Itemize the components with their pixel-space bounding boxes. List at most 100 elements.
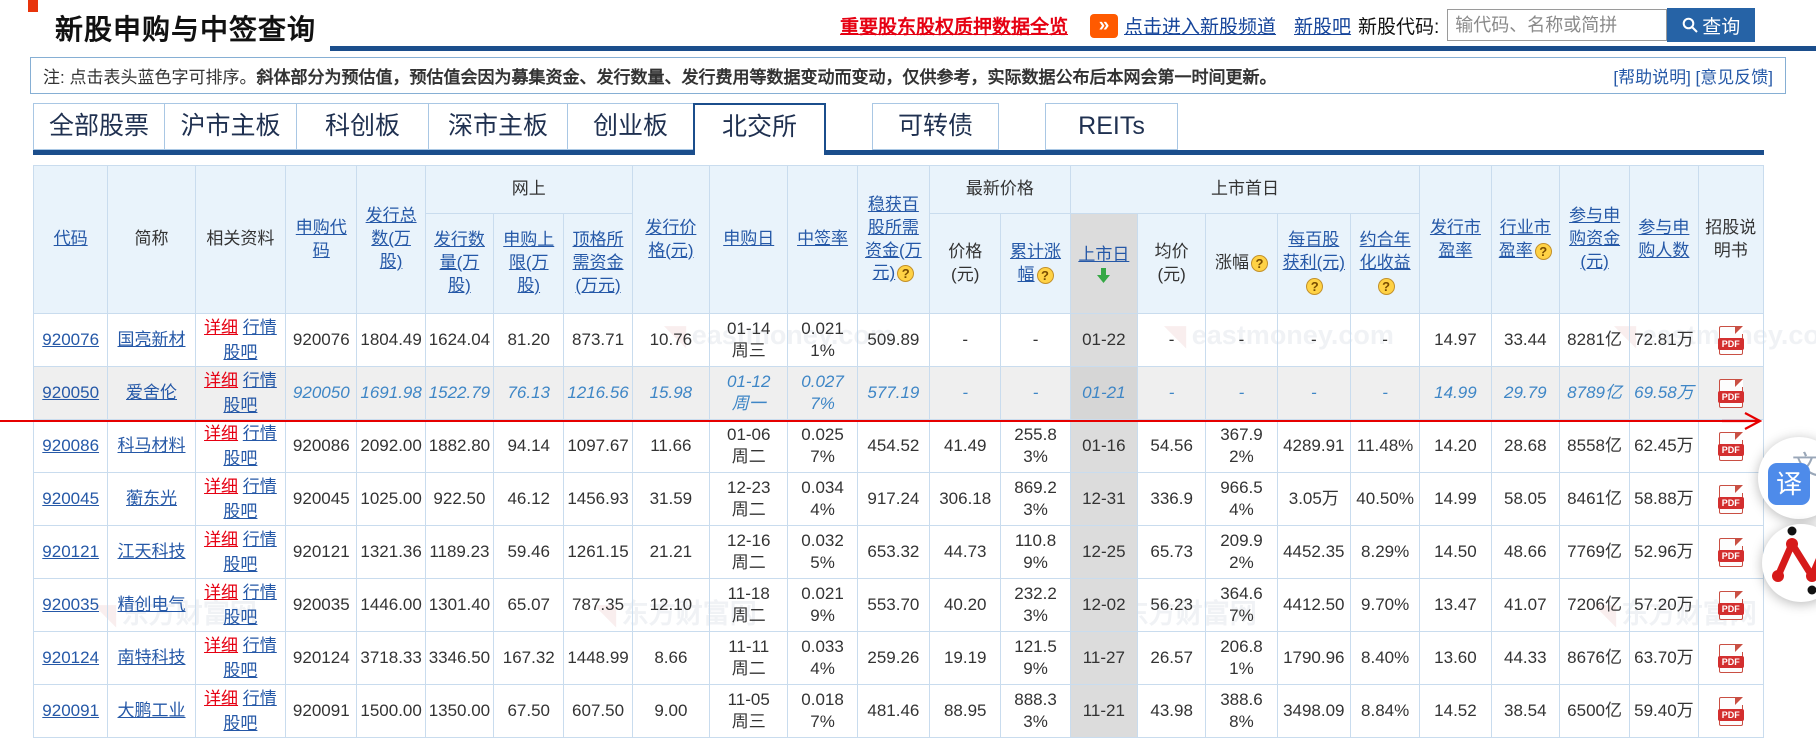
detail-link[interactable]: 详细 [204,477,238,496]
col-header-fund_100[interactable]: 稳获百股所需资金(万元)? [856,165,931,314]
search-input[interactable] [1447,9,1668,41]
pdf-icon[interactable]: PDF [1717,590,1744,620]
cell-code[interactable]: 920086 [32,419,109,473]
feedback-link[interactable]: [意见反馈] [1696,68,1773,87]
code-link[interactable]: 920035 [42,595,99,614]
cell-prospectus[interactable]: PDF [1697,631,1765,685]
name-link[interactable]: 爱舍伦 [126,383,177,402]
question-icon[interactable]: ? [1306,277,1324,295]
pdf-icon[interactable]: PDF [1717,696,1744,726]
cell-prospectus[interactable]: PDF [1697,472,1765,526]
guba-link[interactable]: 股吧 [223,343,257,362]
col-header-issue_pe[interactable]: 发行市盈率 [1419,165,1492,314]
guba-link[interactable]: 股吧 [223,396,257,415]
tab-all[interactable]: 全部股票 [33,103,165,150]
tab-convertible[interactable]: 可转债 [872,103,999,150]
col-header-profit_100[interactable]: 每百股获利(元)? [1276,213,1351,314]
detail-link[interactable]: 详细 [204,583,238,602]
cell-prospectus[interactable]: PDF [1697,684,1765,738]
question-icon[interactable]: ? [1534,242,1552,260]
col-header-sub_code[interactable]: 申购代码 [285,165,358,314]
col-header-total_issue[interactable]: 发行总数(万股) [356,165,426,314]
cell-related[interactable]: 详细 行情 股吧 [194,419,287,473]
quote-link[interactable]: 行情 [243,530,277,549]
question-icon[interactable]: ? [897,265,915,283]
cell-prospectus[interactable]: PDF [1697,313,1765,367]
col-header-sub_limit[interactable]: 申购上限(万股) [493,213,565,314]
name-link[interactable]: 南特科技 [118,648,186,667]
pdf-icon[interactable]: PDF [1717,378,1744,408]
cell-name[interactable]: 精创电气 [107,578,196,632]
cell-related[interactable]: 详细 行情 股吧 [194,313,287,367]
quote-link[interactable]: 行情 [243,583,277,602]
pledge-data-link[interactable]: 重要股东股权质押数据全览 [840,12,1068,39]
detail-link[interactable]: 详细 [204,318,238,337]
code-link[interactable]: 920091 [42,701,99,720]
tab-bse[interactable]: 北交所 [693,103,826,155]
name-link[interactable]: 江天科技 [118,542,186,561]
cell-name[interactable]: 国亮新材 [107,313,196,367]
cell-name[interactable]: 南特科技 [107,631,196,685]
guba-link[interactable]: 股吧 [223,608,257,627]
cell-related[interactable]: 详细 行情 股吧 [194,472,287,526]
detail-link[interactable]: 详细 [204,424,238,443]
cell-code[interactable]: 920045 [32,472,109,526]
graph-extension-widget[interactable] [1762,524,1816,602]
cell-name[interactable]: 江天科技 [107,525,196,579]
code-link[interactable]: 920076 [42,330,99,349]
cell-related[interactable]: 详细 行情 股吧 [194,684,287,738]
pdf-icon[interactable]: PDF [1717,431,1744,461]
col-header-industry_pe[interactable]: 行业市盈率? [1490,165,1560,314]
name-link[interactable]: 国亮新材 [118,330,186,349]
cell-name[interactable]: 科马材料 [107,419,196,473]
cell-related[interactable]: 详细 行情 股吧 [194,366,287,420]
name-link[interactable]: 蘅东光 [126,489,177,508]
col-header-lottery_rate[interactable]: 中签率 [787,165,858,314]
guba-link[interactable]: 股吧 [223,714,257,733]
col-header-online_issue[interactable]: 发行数量(万股) [424,213,495,314]
col-header-issue_price[interactable]: 发行价格(元) [631,165,711,314]
cell-prospectus[interactable]: PDF [1697,525,1765,579]
cell-code[interactable]: 920124 [32,631,109,685]
new-stock-channel-link[interactable]: 点击进入新股频道 [1124,12,1276,39]
col-header-sub_people[interactable]: 参与申购人数 [1629,165,1699,314]
quote-link[interactable]: 行情 [243,689,277,708]
cell-code[interactable]: 920035 [32,578,109,632]
quote-link[interactable]: 行情 [243,371,277,390]
cell-related[interactable]: 详细 行情 股吧 [194,631,287,685]
help-link[interactable]: [帮助说明] [1613,68,1690,87]
name-link[interactable]: 精创电气 [118,595,186,614]
cell-code[interactable]: 920121 [32,525,109,579]
name-link[interactable]: 大鹏工业 [118,701,186,720]
guba-link[interactable]: 股吧 [223,661,257,680]
tab-star[interactable]: 科创板 [296,103,429,150]
cell-related[interactable]: 详细 行情 股吧 [194,525,287,579]
cell-name[interactable]: 蘅东光 [107,472,196,526]
cell-code[interactable]: 920076 [32,313,109,367]
question-icon[interactable]: ? [1036,266,1054,284]
cell-prospectus[interactable]: PDF [1697,578,1765,632]
col-header-annual[interactable]: 约合年化收益? [1349,213,1421,314]
tab-chinext[interactable]: 创业板 [567,103,694,150]
code-link[interactable]: 920121 [42,542,99,561]
pdf-icon[interactable]: PDF [1717,325,1744,355]
cell-code[interactable]: 920050 [32,366,109,420]
code-link[interactable]: 920050 [42,383,99,402]
col-header-cum_gain[interactable]: 累计涨幅? [1000,213,1071,314]
col-header-max_fund[interactable]: 顶格所需资金(万元) [563,213,633,314]
question-icon[interactable]: ? [1250,255,1268,273]
pdf-icon[interactable]: PDF [1717,643,1744,673]
quote-link[interactable]: 行情 [243,424,277,443]
quote-link[interactable]: 行情 [243,318,277,337]
pdf-icon[interactable]: PDF [1717,537,1744,567]
tab-reits[interactable]: REITs [1045,103,1178,150]
code-link[interactable]: 920045 [42,489,99,508]
tab-sh-main[interactable]: 沪市主板 [164,103,297,150]
tab-sz-main[interactable]: 深市主板 [428,103,568,150]
guba-link[interactable]: 股吧 [223,555,257,574]
guba-link[interactable]: 股吧 [223,449,257,468]
guba-link[interactable]: 股吧 [223,502,257,521]
quote-link[interactable]: 行情 [243,477,277,496]
cell-related[interactable]: 详细 行情 股吧 [194,578,287,632]
detail-link[interactable]: 详细 [204,636,238,655]
